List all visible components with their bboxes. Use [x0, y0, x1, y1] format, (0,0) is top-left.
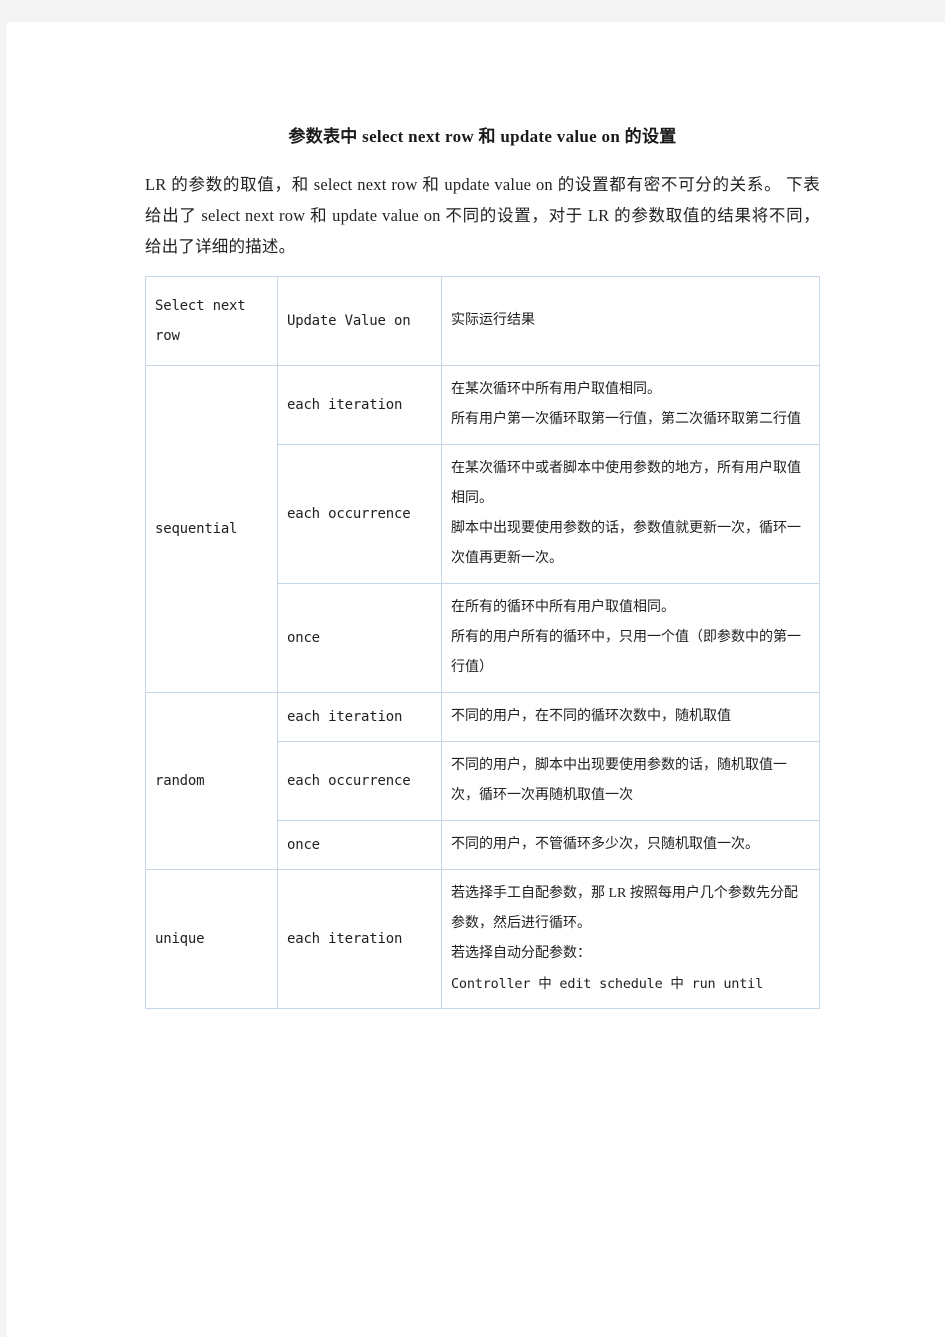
- header-actual-result: 实际运行结果: [441, 276, 820, 366]
- document-page: 参数表中 select next row 和 update value on 的…: [7, 22, 945, 1337]
- description-line: 所有用户第一次循环取第一行值，第二次循环取第二行值: [451, 412, 801, 427]
- parameter-settings-table: Select next row Update Value on 实际运行结果 s…: [145, 276, 820, 1009]
- description-line: 不同的用户，在不同的循环次数中，随机取值: [451, 709, 731, 724]
- option-random-each-occurrence: each occurrence: [277, 741, 442, 821]
- option-unique-each-iteration: each iteration: [277, 869, 442, 1009]
- table-row: unique each iteration 若选择手工自配参数，那 LR 按照每…: [145, 869, 820, 1009]
- description-line: 不同的用户，不管循环多少次，只随机取值一次。: [451, 837, 759, 852]
- description-line: 不同的用户，脚本中出现要使用参数的话，随机取值一次，循环一次再随机取值一次: [451, 758, 787, 803]
- canvas-left-margin: [0, 0, 7, 1337]
- description-unique-each-iteration: 若选择手工自配参数，那 LR 按照每用户几个参数先分配参数，然后进行循环。 若选…: [441, 869, 820, 1009]
- description-line: 若选择自动分配参数：: [451, 946, 591, 961]
- description-line: 在某次循环中所有用户取值相同。: [451, 382, 661, 397]
- description-sequential-each-iteration: 在某次循环中所有用户取值相同。 所有用户第一次循环取第一行值，第二次循环取第二行…: [441, 365, 820, 445]
- header-select-next-row: Select next row: [145, 276, 278, 366]
- description-line: 脚本中出现要使用参数的话，参数值就更新一次，循环一次值再更新一次。: [451, 521, 801, 566]
- description-random-once: 不同的用户，不管循环多少次，只随机取值一次。: [441, 820, 820, 870]
- intro-paragraph: LR 的参数的取值，和 select next row 和 update val…: [145, 175, 820, 256]
- option-random-once: once: [277, 820, 442, 870]
- table-row: random each iteration 不同的用户，在不同的循环次数中，随机…: [145, 692, 820, 870]
- document-viewport: 参数表中 select next row 和 update value on 的…: [0, 0, 945, 1337]
- description-line-mono: Controller 中 edit schedule 中 run until: [451, 976, 763, 992]
- page-content: 参数表中 select next row 和 update value on 的…: [145, 122, 820, 1009]
- page-title: 参数表中 select next row 和 update value on 的…: [288, 127, 677, 146]
- table-header-row: Select next row Update Value on 实际运行结果: [145, 276, 820, 366]
- description-line: 所有的用户所有的循环中，只用一个值（即参数中的第一行值）: [451, 630, 801, 675]
- group-label-sequential: sequential: [145, 365, 278, 693]
- canvas-top-margin: [0, 0, 945, 22]
- option-random-each-iteration: each iteration: [277, 692, 442, 742]
- description-line: 在某次循环中或者脚本中使用参数的地方，所有用户取值相同。: [451, 461, 801, 506]
- description-line: 在所有的循环中所有用户取值相同。: [451, 600, 675, 615]
- description-random-each-occurrence: 不同的用户，脚本中出现要使用参数的话，随机取值一次，循环一次再随机取值一次: [441, 741, 820, 821]
- description-random-each-iteration: 不同的用户，在不同的循环次数中，随机取值: [441, 692, 820, 742]
- description-line: 若选择手工自配参数，那 LR 按照每用户几个参数先分配参数，然后进行循环。: [451, 886, 798, 931]
- option-sequential-each-iteration: each iteration: [277, 365, 442, 445]
- group-label-unique: unique: [145, 869, 278, 1009]
- group-label-random: random: [145, 692, 278, 870]
- header-update-value-on: Update Value on: [277, 276, 442, 366]
- option-sequential-each-occurrence: each occurrence: [277, 444, 442, 584]
- option-sequential-once: once: [277, 583, 442, 693]
- table-row: sequential each iteration 在某次循环中所有用户取值相同…: [145, 365, 820, 693]
- description-sequential-once: 在所有的循环中所有用户取值相同。 所有的用户所有的循环中，只用一个值（即参数中的…: [441, 583, 820, 693]
- description-sequential-each-occurrence: 在某次循环中或者脚本中使用参数的地方，所有用户取值相同。 脚本中出现要使用参数的…: [441, 444, 820, 584]
